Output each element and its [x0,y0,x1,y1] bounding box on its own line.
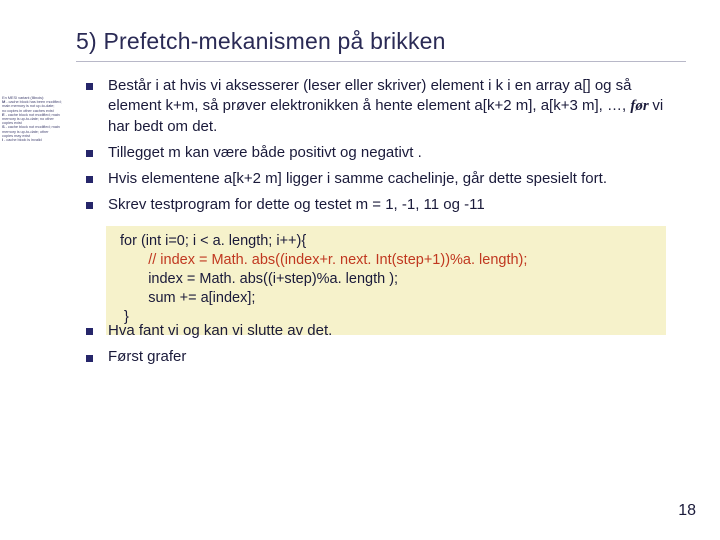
title-rule [76,61,686,62]
slide: 5) Prefetch-mekanismen på brikken En MES… [0,0,720,540]
code-block: for (int i=0; i < a. length; i++){ // in… [106,226,666,336]
list-item: Hva fant vi og kan vi slutte av det. [82,321,680,341]
code-line: sum += a[index]; [120,289,656,308]
list-item: Først grafer [82,347,680,367]
bullet-text: Hva fant vi og kan vi slutte av det. [108,322,332,339]
list-item: Tillegget m kan være både positivt og ne… [82,143,680,163]
slide-title: 5) Prefetch-mekanismen på brikken [76,28,686,55]
bullet-text: Hvis elementene a[k+2 m] ligger i samme … [108,170,607,187]
code-line: index = Math. abs((i+step)%a. length ); [120,270,656,289]
bullet-em: før [630,98,652,114]
list-item: Skrev testprogram for dette og testet m … [82,195,680,215]
code-line-comment: // index = Math. abs((index+r. next. Int… [120,251,656,270]
bullet-text: Skrev testprogram for dette og testet m … [108,196,485,213]
bullet-list-top: Består i at hvis vi aksesserer (leser el… [76,76,686,216]
side-annotation: En MESI variant (Illinois):M - cache blo… [2,96,66,142]
list-item: Består i at hvis vi aksesserer (leser el… [82,76,680,137]
list-item: Hvis elementene a[k+2 m] ligger i samme … [82,169,680,189]
bullet-text: Tillegget m kan være både positivt og ne… [108,144,422,161]
bullet-list-bottom: Hva fant vi og kan vi slutte av det. Før… [76,321,686,368]
bullet-text: Først grafer [108,348,186,365]
code-line: for (int i=0; i < a. length; i++){ [120,232,656,251]
bullet-text: Består i at hvis vi aksesserer (leser el… [108,77,632,114]
page-number: 18 [678,502,696,520]
